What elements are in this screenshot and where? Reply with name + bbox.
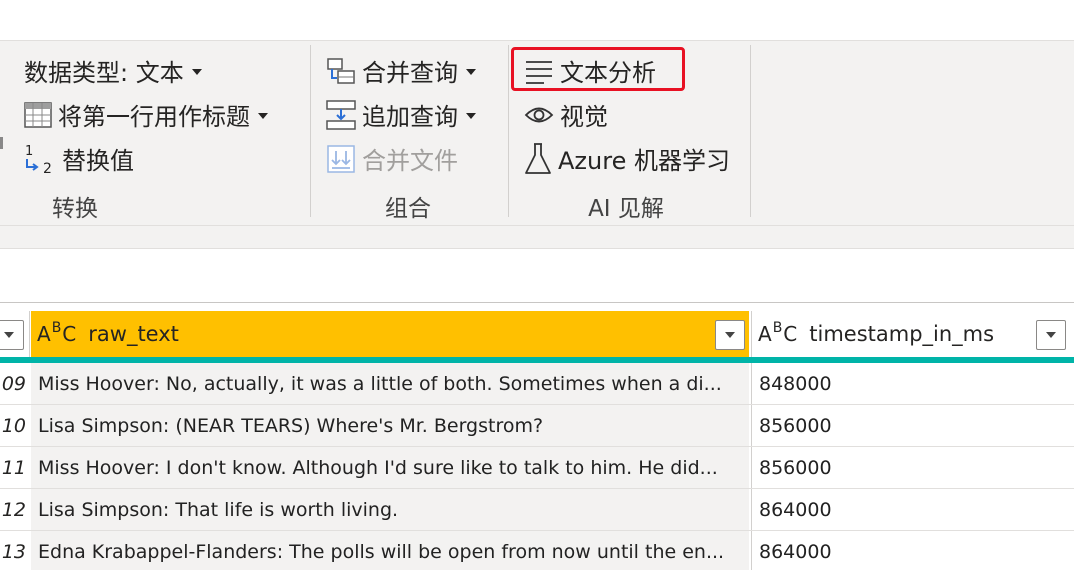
row-index: 10 (1, 414, 26, 437)
table-row[interactable]: 11 Miss Hoover: I don't know. Although I… (0, 447, 1074, 489)
vision-label: 视觉 (560, 103, 608, 131)
table-row[interactable]: 12 Lisa Simpson: That life is worth livi… (0, 489, 1074, 531)
raw-text-cell[interactable]: Edna Krabappel-Flanders: The polls will … (31, 531, 749, 570)
merge-queries-label: 合并查询 (362, 59, 458, 87)
raw-text-cell[interactable]: Lisa Simpson: That life is worth living. (31, 489, 749, 530)
combine-files-icon (326, 144, 356, 174)
svg-text:2: 2 (43, 161, 52, 176)
column-filter-button[interactable] (1036, 320, 1066, 350)
svg-text:1: 1 (25, 144, 33, 159)
flask-icon (524, 142, 552, 176)
azure-ml-label: Azure 机器学习 (558, 147, 730, 175)
raw-text-cell[interactable]: Miss Hoover: No, actually, it was a litt… (31, 363, 749, 404)
timestamp-cell[interactable]: 856000 (751, 405, 1074, 446)
group-separator (508, 45, 509, 217)
table-row[interactable]: 09 Miss Hoover: No, actually, it was a l… (0, 363, 1074, 405)
raw-text-cell[interactable]: Lisa Simpson: (NEAR TEARS) Where's Mr. B… (31, 405, 749, 446)
text-analytics-highlight (511, 47, 685, 91)
chevron-down-icon (466, 112, 476, 119)
chevron-down-icon (1046, 332, 1056, 338)
raw-text-cell[interactable]: Miss Hoover: I don't know. Although I'd … (31, 447, 749, 488)
replace-values-label: 替换值 (62, 147, 134, 175)
timestamp-cell[interactable]: 864000 (751, 489, 1074, 530)
ai-insights-group-label: AI 见解 (588, 196, 664, 222)
chevron-down-icon (466, 68, 476, 75)
transform-group-label: 转换 (52, 196, 98, 222)
row-index: 11 (1, 456, 26, 479)
ribbon-left-edge (0, 137, 3, 149)
column-header-timestamp[interactable]: ABC timestamp_in_ms (751, 311, 1074, 357)
data-type-dropdown[interactable]: 数据类型: 文本 (24, 53, 202, 88)
eye-icon (524, 104, 554, 126)
chevron-down-icon (191, 68, 202, 75)
title-bar (0, 0, 1074, 40)
group-separator (750, 45, 751, 217)
timestamp-cell[interactable]: 848000 (751, 363, 1074, 404)
column-filter-button[interactable] (0, 320, 24, 350)
table-row[interactable]: 13 Edna Krabappel-Flanders: The polls wi… (0, 531, 1074, 570)
chevron-down-icon (4, 332, 14, 338)
text-type-icon: ABC (758, 320, 798, 346)
use-first-row-as-headers-button[interactable]: 将第一行用作标题 (24, 97, 268, 132)
chevron-down-icon (725, 332, 735, 338)
row-index-header (0, 311, 30, 357)
formula-bar (0, 248, 1074, 302)
combine-files-button[interactable]: 合并文件 (326, 141, 458, 176)
row-index: 09 (1, 372, 26, 395)
merge-queries-dropdown[interactable]: 合并查询 (326, 53, 476, 88)
column-name: raw_text (88, 322, 179, 346)
row-index: 12 (1, 498, 26, 521)
timestamp-cell[interactable]: 864000 (751, 531, 1074, 570)
append-queries-dropdown[interactable]: 追加查询 (326, 97, 476, 132)
vision-button[interactable]: 视觉 (524, 97, 608, 132)
table-row[interactable]: 10 Lisa Simpson: (NEAR TEARS) Where's Mr… (0, 405, 1074, 447)
merge-queries-icon (326, 56, 356, 86)
data-grid: ABC raw_text ABC timestamp_in_ms 09 Miss… (0, 302, 1074, 570)
row-index: 13 (1, 540, 26, 563)
combine-group-label: 组合 (385, 196, 431, 222)
column-name: timestamp_in_ms (809, 322, 995, 346)
data-type-label: 数据类型: 文本 (24, 59, 184, 87)
chevron-down-icon (258, 112, 268, 119)
ribbon-gap (0, 226, 1074, 248)
replace-values-icon: 1 2 (22, 142, 56, 176)
column-filter-button[interactable] (715, 320, 745, 350)
use-first-row-label: 将第一行用作标题 (58, 103, 250, 131)
group-separator (310, 45, 311, 217)
append-queries-icon (326, 99, 356, 131)
replace-values-button[interactable]: 1 2 替换值 (22, 141, 134, 176)
table-header-icon (24, 101, 52, 128)
combine-files-label: 合并文件 (362, 147, 458, 175)
append-queries-label: 追加查询 (362, 103, 458, 131)
text-type-icon: ABC (37, 320, 77, 346)
azure-ml-button[interactable]: Azure 机器学习 (524, 141, 730, 176)
timestamp-cell[interactable]: 856000 (751, 447, 1074, 488)
column-header-raw-text[interactable]: ABC raw_text (31, 311, 749, 357)
